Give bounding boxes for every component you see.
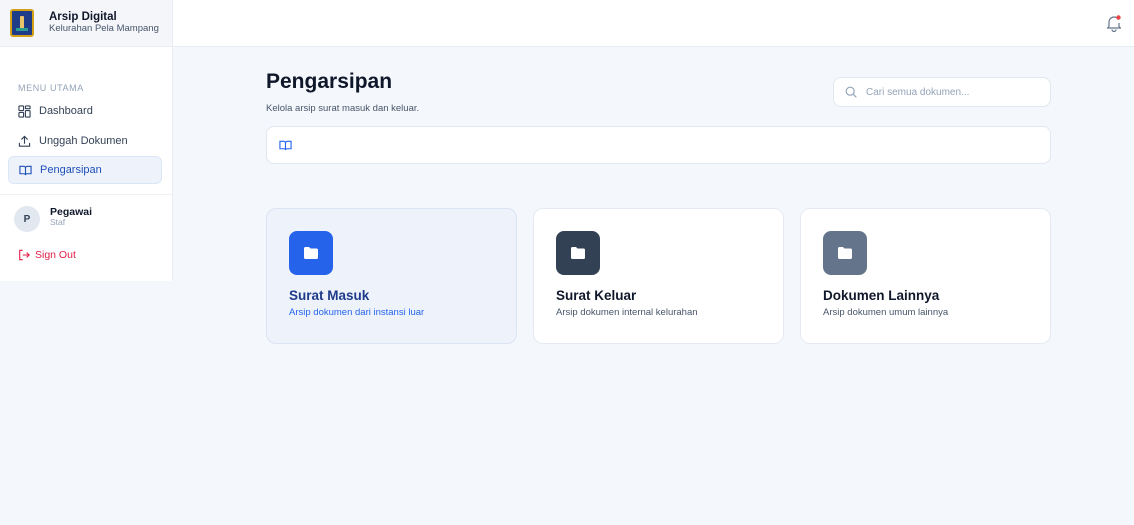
folder-icon [289,231,333,275]
card-title: Surat Masuk [289,288,370,303]
sidebar-item-label: Pengarsipan [40,164,102,176]
card-surat-masuk[interactable]: Surat Masuk Arsip dokumen dari instansi … [266,208,517,344]
page-subtitle: Kelola arsip surat masuk dan keluar. [266,103,420,114]
logo [10,9,34,37]
sign-out-label: Sign Out [35,249,76,261]
book-open-icon[interactable] [279,139,292,152]
folder-icon [556,231,600,275]
card-description: Arsip dokumen umum lainnya [823,307,949,318]
brand[interactable]: Arsip Digital Kelurahan Pela Mampang [0,0,172,47]
search-input[interactable] [866,86,1036,98]
search-box[interactable] [833,77,1051,107]
brand-subtitle: Kelurahan Pela Mampang [49,23,159,35]
sign-out-icon [19,249,30,261]
page-title: Pengarsipan [266,70,393,93]
search-icon [845,86,857,98]
sidebar: Arsip Digital Kelurahan Pela Mampang MEN… [0,0,173,281]
sidebar-item-dashboard[interactable]: Dashboard [8,97,162,125]
upload-icon [18,135,31,147]
divider [0,194,172,195]
bell-icon[interactable] [1106,14,1122,32]
card-description: Arsip dokumen internal kelurahan [556,307,698,318]
sidebar-item-upload[interactable]: Unggah Dokumen [8,127,162,155]
top-bar [173,0,1134,47]
folder-icon [823,231,867,275]
dashboard-grid-icon [18,104,31,118]
card-surat-keluar[interactable]: Surat Keluar Arsip dokumen internal kelu… [533,208,784,344]
user-role: Staf [50,217,66,228]
sign-out-button[interactable]: Sign Out [18,249,76,261]
card-dokumen-lainnya[interactable]: Dokumen Lainnya Arsip dokumen umum lainn… [800,208,1051,344]
book-open-icon [19,165,32,175]
card-description: Arsip dokumen dari instansi luar [289,307,425,318]
user-profile[interactable]: P Pegawai Staf [14,206,92,232]
card-title: Dokumen Lainnya [823,288,940,303]
avatar: P [14,206,40,232]
menu-heading: MENU UTAMA [18,83,84,93]
sidebar-item-label: Unggah Dokumen [39,135,128,147]
breadcrumb [266,126,1051,164]
sidebar-item-label: Dashboard [39,105,93,117]
sidebar-item-pengarsipan[interactable]: Pengarsipan [8,156,162,184]
card-title: Surat Keluar [556,288,637,303]
